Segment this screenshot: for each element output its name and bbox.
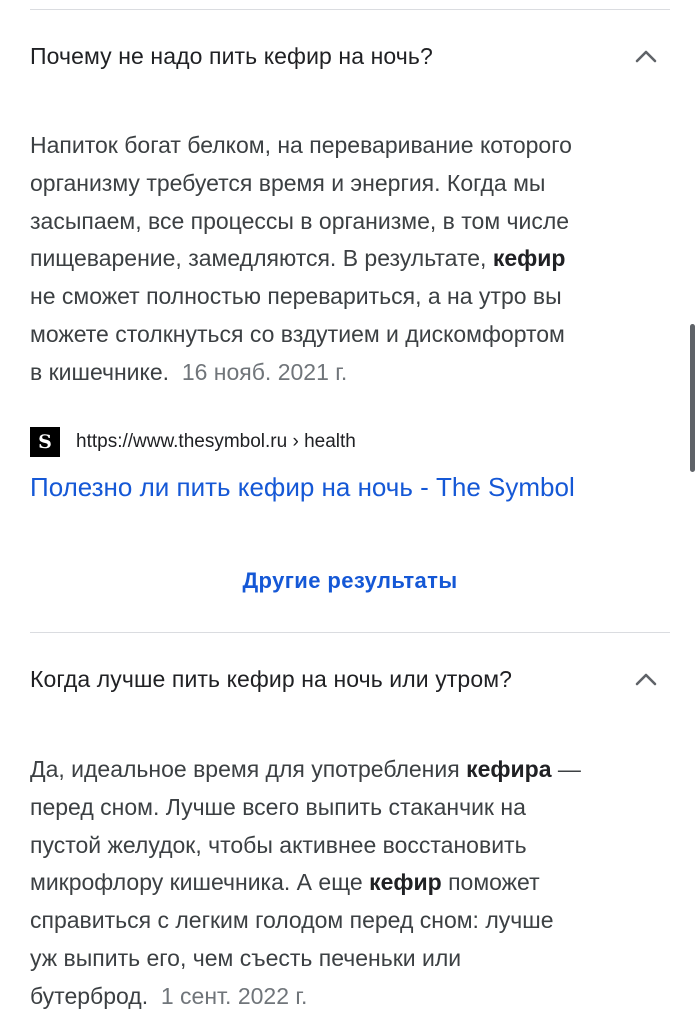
answer-line: бутерброд. 1 сент. 2022 г. — [30, 982, 308, 1009]
chevron-up-icon[interactable] — [632, 665, 660, 693]
highlight-keyword: кефира — [466, 756, 552, 782]
answer-date: 16 нояб. 2021 г. — [181, 358, 348, 385]
answer-line: Напиток богат белком, на переваривание к… — [30, 132, 572, 158]
chevron-up-icon[interactable] — [632, 42, 660, 70]
source-url[interactable]: https://www.thesymbol.ru › health — [76, 431, 356, 453]
answer-line: микрофлору кишечника. А еще кефир поможе… — [30, 869, 540, 896]
more-results-button[interactable]: Другие результаты — [0, 568, 700, 594]
scrollbar-thumb[interactable] — [690, 324, 695, 472]
faq-answer-1: Напиток богат белком, на переваривание к… — [30, 127, 680, 392]
source-citation[interactable]: S https://www.thesymbol.ru › health — [30, 427, 356, 457]
answer-line: Да, идеальное время для употребления кеф… — [30, 756, 581, 782]
answer-line: засыпаем, все процессы в организме, в то… — [30, 207, 570, 234]
answer-line: организму требуется время и энергия. Ког… — [30, 169, 546, 196]
answer-line: не сможет полностью перевариться, а на у… — [30, 283, 562, 310]
highlight-keyword: кефир — [369, 869, 442, 896]
faq-question-2[interactable]: Когда лучше пить кефир на ночь или утром… — [30, 659, 670, 699]
answer-line: перед сном. Лучше всего выпить стаканчик… — [30, 793, 526, 820]
answer-line: можете столкнуться со вздутием и дискомф… — [30, 320, 565, 347]
highlight-keyword: кефир — [492, 245, 566, 272]
site-favicon-icon: S — [30, 427, 60, 457]
divider-top — [30, 9, 670, 10]
result-title-link[interactable]: Полезно ли пить кефир на ночь - The Symb… — [30, 472, 575, 503]
divider-middle — [30, 632, 670, 633]
answer-line: справиться с легким голодом перед сном: … — [30, 907, 554, 934]
faq-question-2-text: Когда лучше пить кефир на ночь или утром… — [30, 665, 513, 692]
faq-answer-2: Да, идеальное время для употребления кеф… — [30, 751, 680, 1016]
answer-date: 1 сент. 2022 г. — [160, 982, 308, 1009]
answer-line: пустой желудок, чтобы активнее восстанов… — [30, 831, 527, 858]
answer-line: пищеварение, замедляются. В результате, … — [30, 245, 566, 272]
faq-question-1-text: Почему не надо пить кефир на ночь? — [30, 42, 433, 69]
answer-line: уж выпить его, чем съесть печеньки или — [30, 944, 462, 971]
answer-line: в кишечнике. 16 нояб. 2021 г. — [30, 358, 348, 385]
faq-question-1[interactable]: Почему не надо пить кефир на ночь? — [30, 36, 670, 76]
